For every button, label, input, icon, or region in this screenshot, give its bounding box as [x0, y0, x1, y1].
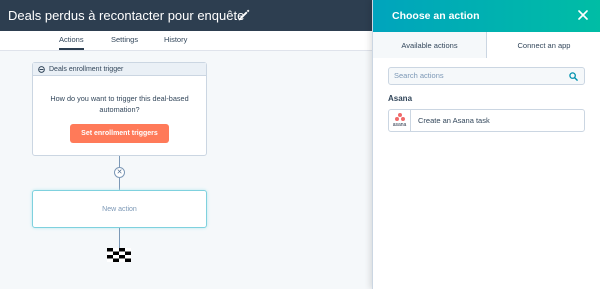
- new-action-label: New action: [102, 205, 137, 213]
- enrollment-trigger-card[interactable]: Deals enrollment trigger How do you want…: [32, 62, 207, 156]
- workflow-canvas: Deals enrollment trigger How do you want…: [0, 52, 372, 289]
- finish-flag-icon: [107, 248, 131, 262]
- pencil-icon[interactable]: [237, 8, 251, 22]
- action-label: Create an Asana task: [418, 116, 490, 125]
- tab-settings[interactable]: Settings: [111, 35, 138, 44]
- asana-wordmark: asana: [392, 122, 407, 128]
- remove-action-button[interactable]: ✕: [114, 167, 125, 178]
- trigger-question: How do you want to trigger this deal-bas…: [50, 94, 189, 114]
- workflow-tabs: Actions Settings History: [0, 31, 372, 51]
- tab-available-actions[interactable]: Available actions: [373, 32, 487, 58]
- connector-line: [119, 228, 120, 248]
- workflow-title[interactable]: Deals perdus à recontacter pour enquête: [8, 8, 244, 23]
- panel-header: Choose an action: [373, 0, 600, 32]
- set-enrollment-triggers-button[interactable]: Set enrollment triggers: [70, 124, 169, 143]
- choose-action-panel: Choose an action Available actions Conne…: [372, 0, 600, 289]
- section-title-asana: Asana: [388, 94, 413, 103]
- asana-dots-icon: [394, 113, 405, 121]
- tab-history[interactable]: History: [164, 35, 187, 44]
- asana-logo: asana: [389, 110, 411, 131]
- connector-line: [119, 156, 120, 167]
- search-input[interactable]: [394, 71, 564, 80]
- enrollment-icon: [38, 65, 45, 73]
- create-asana-task-action[interactable]: asana Create an Asana task: [388, 109, 585, 132]
- new-action-placeholder[interactable]: New action: [32, 190, 207, 228]
- panel-tabs: Available actions Connect an app: [373, 32, 600, 58]
- trigger-card-header: Deals enrollment trigger: [33, 63, 206, 76]
- search-icon[interactable]: [569, 72, 578, 81]
- panel-title: Choose an action: [392, 10, 480, 22]
- tab-connect-app[interactable]: Connect an app: [487, 32, 600, 58]
- close-icon[interactable]: [578, 10, 588, 20]
- trigger-card-title: Deals enrollment trigger: [49, 65, 124, 73]
- connector-line: [119, 178, 120, 190]
- search-box: [388, 67, 585, 85]
- tab-actions[interactable]: Actions: [59, 35, 84, 50]
